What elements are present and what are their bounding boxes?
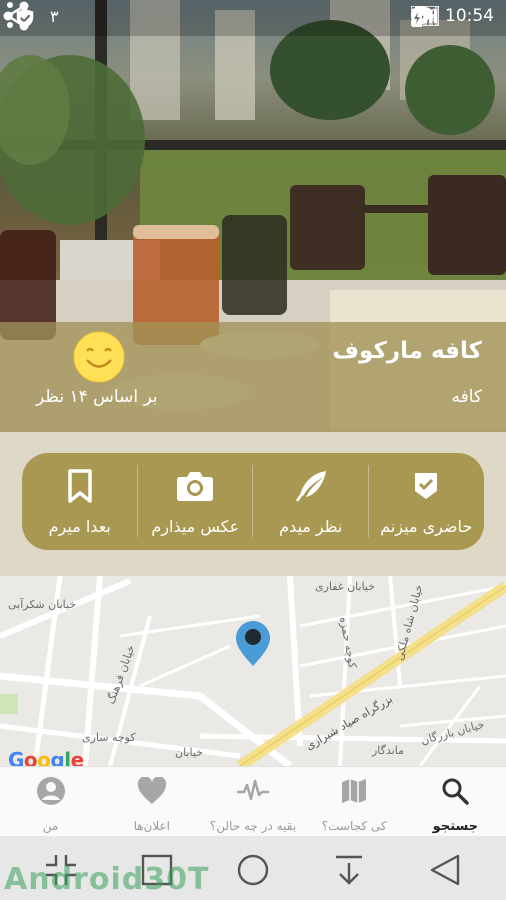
status-bar: ۳ 10:54 (0, 0, 506, 36)
home-circle-icon[interactable] (236, 853, 270, 887)
street-label: خیابان (175, 746, 203, 759)
checkin-label: حاضری میزنم (380, 517, 473, 536)
smiley-icon (73, 331, 125, 383)
nav-search-label: جستجو (432, 819, 479, 834)
status-number: ۳ (50, 7, 59, 26)
checkin-button[interactable]: حاضری میزنم (369, 453, 485, 550)
bookmark-button[interactable]: بعدا میرم (22, 453, 138, 550)
check-badge-icon (407, 467, 445, 505)
nav-activity[interactable]: بقیه در چه حالن؟ (202, 767, 303, 836)
back-triangle-icon[interactable] (428, 853, 462, 887)
bottom-navigation: جستجو کی کجاست؟ بقیه در چه حالن؟ اعلان‌ه… (0, 766, 506, 836)
street-label: خیابان شکرآبی (8, 598, 77, 611)
review-label: نظر میدم (279, 517, 343, 536)
bookmark-icon (61, 467, 99, 505)
nav-notifications[interactable]: اعلان‌ها (101, 767, 202, 836)
share-icon[interactable] (0, 0, 32, 32)
street-label: ماندگار (372, 744, 404, 757)
action-bar: حاضری میزنم نظر میدم عکس میذارم بعدا میر… (22, 453, 484, 550)
battery-charging-icon (412, 6, 423, 27)
add-photo-button[interactable]: عکس میذارم (138, 453, 254, 550)
street-label: کوچه ساری (82, 731, 136, 744)
pulse-icon (236, 775, 270, 807)
heart-icon (135, 775, 169, 807)
nav-who-where-label: کی کجاست؟ (321, 819, 387, 833)
feather-icon (292, 467, 330, 505)
place-name: کافه مارکوف (332, 338, 482, 364)
place-category: کافه (451, 387, 482, 407)
review-button[interactable]: نظر میدم (253, 453, 369, 550)
add-photo-label: عکس میذارم (151, 517, 240, 536)
street-label: خیابان غفاری (315, 580, 376, 593)
rating-count: بر اساس ۱۴ نظر (36, 387, 158, 407)
bookmark-label: بعدا میرم (48, 517, 111, 536)
nav-activity-label: بقیه در چه حالن؟ (209, 819, 297, 833)
nav-search[interactable]: جستجو (405, 767, 506, 836)
map-icon (337, 775, 371, 807)
watermark: Android30T (4, 862, 210, 897)
nav-notifications-label: اعلان‌ها (133, 819, 171, 833)
nav-who-where[interactable]: کی کجاست؟ (304, 767, 405, 836)
location-map[interactable]: خیابان غفاری خیابان شکرآبی خیابان فرهنگ … (0, 576, 506, 766)
user-icon (34, 775, 68, 807)
camera-icon (176, 467, 214, 505)
clock-time: 10:54 (445, 6, 494, 26)
download-icon[interactable] (332, 853, 366, 887)
nav-profile-label: من (42, 819, 59, 833)
search-icon (438, 775, 472, 807)
nav-profile[interactable]: من (0, 767, 101, 836)
